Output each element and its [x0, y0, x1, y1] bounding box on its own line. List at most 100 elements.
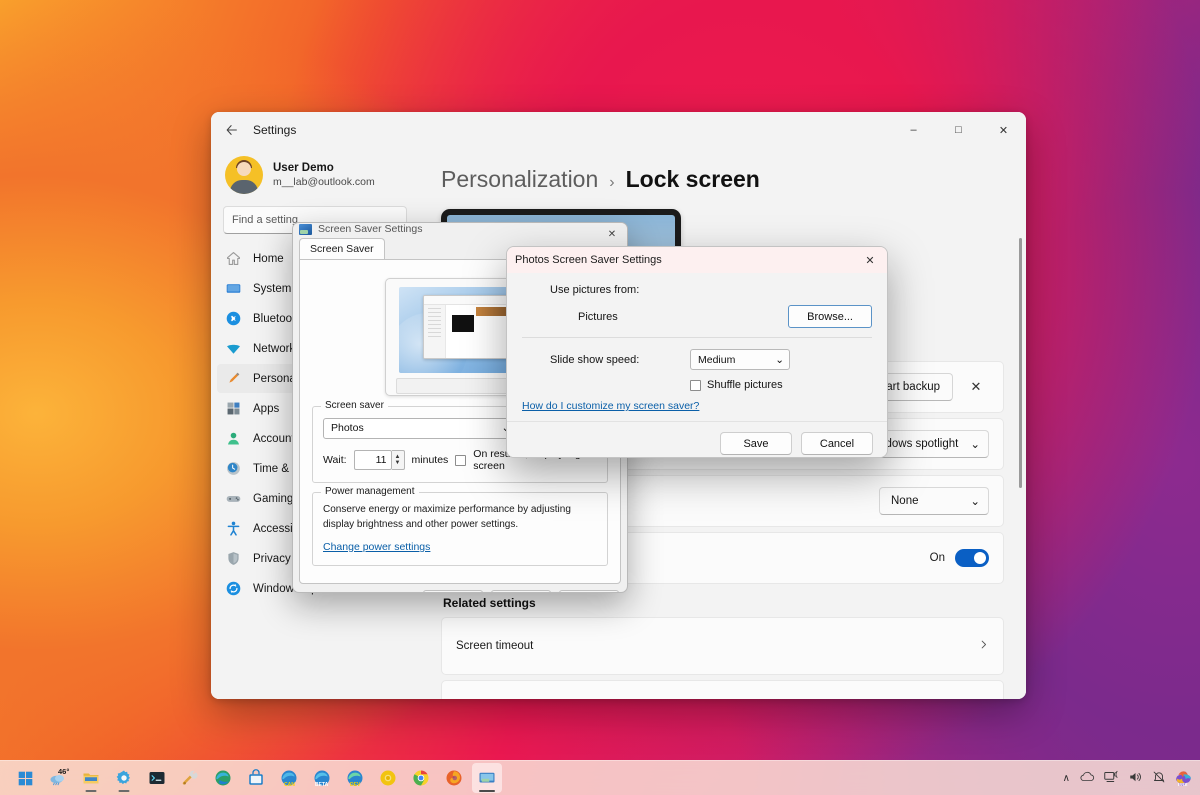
save-button[interactable]: Save [720, 432, 792, 455]
window-controls: – □ ✕ [891, 112, 1026, 148]
tray-overflow-button[interactable]: ∧ [1063, 773, 1070, 784]
related-row-screen-timeout[interactable]: Screen timeout [441, 617, 1004, 675]
user-profile[interactable]: User Demo m__lab@outlook.com [217, 148, 413, 206]
weather-widget[interactable]: 46° [43, 763, 73, 793]
sidebar-label: System [253, 283, 291, 295]
shuffle-pictures-checkbox[interactable] [690, 380, 701, 391]
terminal-button[interactable] [142, 763, 172, 793]
edge-button[interactable] [208, 763, 238, 793]
volume-icon[interactable] [1128, 770, 1143, 787]
copilot-icon[interactable]: PRE [1175, 770, 1192, 787]
change-power-settings-link[interactable]: Change power settings [323, 541, 430, 553]
screen-saver-group-legend: Screen saver [321, 400, 388, 411]
avatar [225, 156, 263, 194]
cancel-button[interactable]: Cancel [801, 432, 873, 455]
breadcrumb-parent[interactable]: Personalization [441, 166, 598, 193]
edge-icon [214, 769, 232, 787]
use-pictures-from-label: Use pictures from: [550, 284, 639, 296]
screen-saver-select[interactable]: Photos ⌄ [323, 418, 517, 439]
edge-beta-button[interactable]: BETA [307, 763, 337, 793]
customize-screen-saver-link[interactable]: How do I customize my screen saver? [522, 400, 699, 412]
edge-dev-button[interactable]: DEV [340, 763, 370, 793]
slide-show-speed-combo[interactable]: Medium ⌄ [690, 349, 790, 370]
screen-saver-app-icon [299, 224, 312, 235]
settings-titlebar: Settings – □ ✕ [211, 112, 1026, 148]
shuffle-pictures-label: Shuffle pictures [707, 379, 783, 391]
combo-value: None [891, 495, 919, 507]
cancel-button[interactable]: Cancel [491, 590, 551, 593]
wait-spinner-arrows[interactable]: ▲▼ [392, 450, 405, 470]
sidebar-label: Apps [253, 403, 279, 415]
edge-beta-badge: BETA [315, 782, 328, 788]
search-placeholder: Find a setting [232, 214, 298, 226]
time-icon [225, 460, 242, 477]
onedrive-icon[interactable] [1079, 770, 1095, 786]
monitor-base: · C [396, 378, 524, 394]
screen-saver-dialog-footer: OK Cancel Apply [293, 590, 627, 593]
network-icon[interactable] [1104, 770, 1119, 787]
chrome-canary-button[interactable] [373, 763, 403, 793]
firefox-button[interactable] [439, 763, 469, 793]
slide-show-speed-value: Medium [698, 354, 735, 366]
screen-saver-dialog-title: Screen Saver Settings [318, 223, 422, 235]
browse-button[interactable]: Browse... [788, 305, 872, 328]
sidebar-label: Gaming [253, 493, 293, 505]
slide-show-speed-label: Slide show speed: [550, 354, 690, 366]
screen-saver-dialog-titlebar: Screen Saver Settings ✕ [293, 223, 627, 235]
settings-button[interactable] [109, 763, 139, 793]
file-explorer-button[interactable] [76, 763, 106, 793]
notification-icon[interactable] [1152, 770, 1166, 787]
edge-canary-button[interactable]: CAN [274, 763, 304, 793]
tab-screen-saver[interactable]: Screen Saver [299, 238, 385, 260]
power-management-group: Power management Conserve energy or maxi… [312, 492, 608, 566]
start-icon [17, 770, 34, 787]
system-tray: ∧ PRE [1063, 770, 1192, 787]
screen-saver-app-icon [478, 769, 496, 787]
chevron-down-icon: ⌄ [970, 494, 980, 508]
maximize-button[interactable]: □ [936, 112, 981, 148]
start-button[interactable] [10, 763, 40, 793]
gear-icon [115, 769, 133, 787]
chrome-button[interactable] [406, 763, 436, 793]
monitor-screen [399, 287, 521, 373]
chevron-down-icon: ⌄ [775, 354, 784, 366]
bluetooth-icon [225, 310, 242, 327]
photos-dialog-title: Photos Screen Saver Settings [515, 254, 662, 266]
lock-screen-status-combo[interactable]: None ⌄ [879, 487, 989, 515]
screen-saver-select-value: Photos [331, 422, 364, 434]
screensaver-app-button[interactable] [472, 763, 502, 793]
gaming-icon [225, 490, 242, 507]
minimize-button[interactable]: – [891, 112, 936, 148]
wait-minutes-input[interactable]: 11 [354, 450, 392, 470]
toggle-state-label: On [930, 552, 945, 564]
photos-dialog-close-button[interactable]: ✕ [853, 247, 887, 273]
breadcrumb-separator: › [609, 174, 614, 192]
accounts-icon [225, 430, 242, 447]
breadcrumb: Personalization › Lock screen [441, 166, 1004, 193]
minutes-label: minutes [412, 454, 449, 466]
dev-tools-button[interactable] [175, 763, 205, 793]
apply-button[interactable]: Apply [559, 590, 619, 593]
store-button[interactable] [241, 763, 271, 793]
wait-label: Wait: [323, 454, 347, 466]
signin-background-toggle[interactable] [955, 549, 989, 567]
close-button[interactable]: ✕ [981, 112, 1026, 148]
chrome-canary-icon [379, 769, 397, 787]
related-row-screen-saver[interactable]: Screen saver [441, 680, 1004, 699]
wrench-icon [181, 769, 199, 787]
logon-screen-checkbox[interactable] [455, 455, 466, 466]
terminal-icon [148, 769, 166, 787]
related-settings-heading: Related settings [443, 596, 1004, 610]
photos-dialog-titlebar: Photos Screen Saver Settings ✕ [507, 247, 887, 273]
settings-window-title: Settings [253, 123, 296, 137]
back-button[interactable] [217, 116, 247, 144]
screen-saver-dialog-close-button[interactable]: ✕ [597, 223, 627, 245]
apps-icon [225, 400, 242, 417]
desktop-wallpaper: Settings – □ ✕ User Demo m__lab@outlook.… [0, 0, 1200, 795]
content-scrollbar[interactable] [1019, 238, 1022, 488]
photos-dialog-body: Use pictures from: Pictures Browse... Sl… [507, 273, 887, 421]
page-title: Lock screen [626, 166, 760, 193]
dismiss-banner-button[interactable]: ✕ [963, 374, 989, 400]
taskbar-items: 46° [10, 763, 502, 793]
ok-button[interactable]: OK [423, 590, 483, 593]
